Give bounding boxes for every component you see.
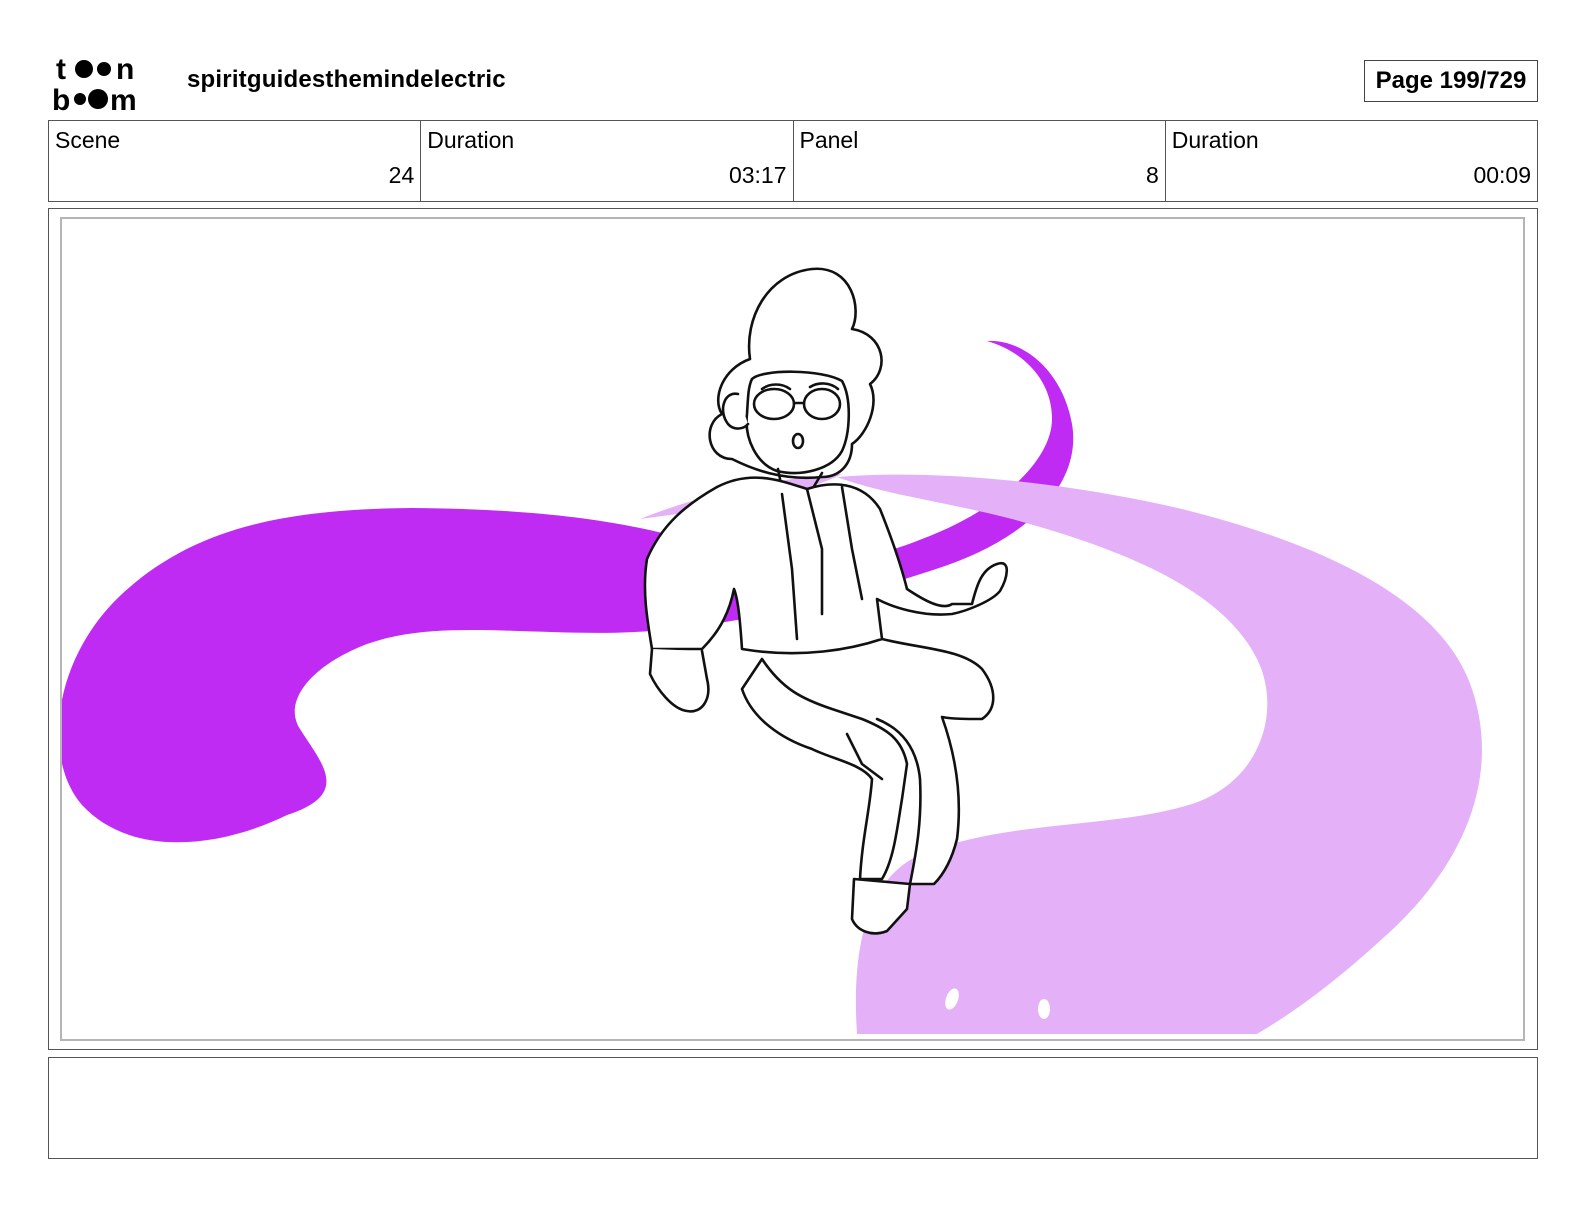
panel-drawing xyxy=(62,267,1482,1034)
storyboard-panel xyxy=(48,208,1538,1050)
panel-frame xyxy=(60,217,1525,1041)
scene-value: 24 xyxy=(388,162,415,188)
scene-label: Scene xyxy=(55,127,121,153)
project-title: spiritguidesthemindelectric xyxy=(187,66,506,93)
panel-duration-value: 00:09 xyxy=(1473,162,1531,188)
toon-boom-logo-icon: t n b m xyxy=(52,53,137,114)
panel-duration-label: Duration xyxy=(1171,127,1259,153)
toon-boom-logo: t n b m xyxy=(52,52,164,114)
scene-duration-value: 03:17 xyxy=(728,162,787,188)
character-sketch xyxy=(643,267,1009,935)
svg-text:m: m xyxy=(110,84,137,114)
panel-label: Panel xyxy=(799,127,859,153)
scene-duration-cell: Duration 03:17 xyxy=(421,121,794,201)
page-indicator: Page 199/729 xyxy=(1364,60,1538,102)
panel-value: 8 xyxy=(1145,162,1159,188)
svg-text:b: b xyxy=(52,84,70,114)
panel-cell: Panel 8 xyxy=(794,121,1166,201)
dark-spirit-eye-left xyxy=(247,835,261,859)
scene-duration-label: Duration xyxy=(427,127,515,153)
scene-info-row: Scene 24 Duration 03:17 Panel 8 Duration… xyxy=(48,120,1538,202)
svg-text:t: t xyxy=(56,53,66,86)
dark-spirit-eye-right xyxy=(290,836,302,856)
svg-text:n: n xyxy=(116,53,134,86)
scene-cell: Scene 24 xyxy=(49,121,422,201)
light-spirit-eye-right xyxy=(1038,999,1050,1019)
panel-duration-cell: Duration 00:09 xyxy=(1166,121,1537,201)
panel-notes-box xyxy=(48,1057,1538,1159)
